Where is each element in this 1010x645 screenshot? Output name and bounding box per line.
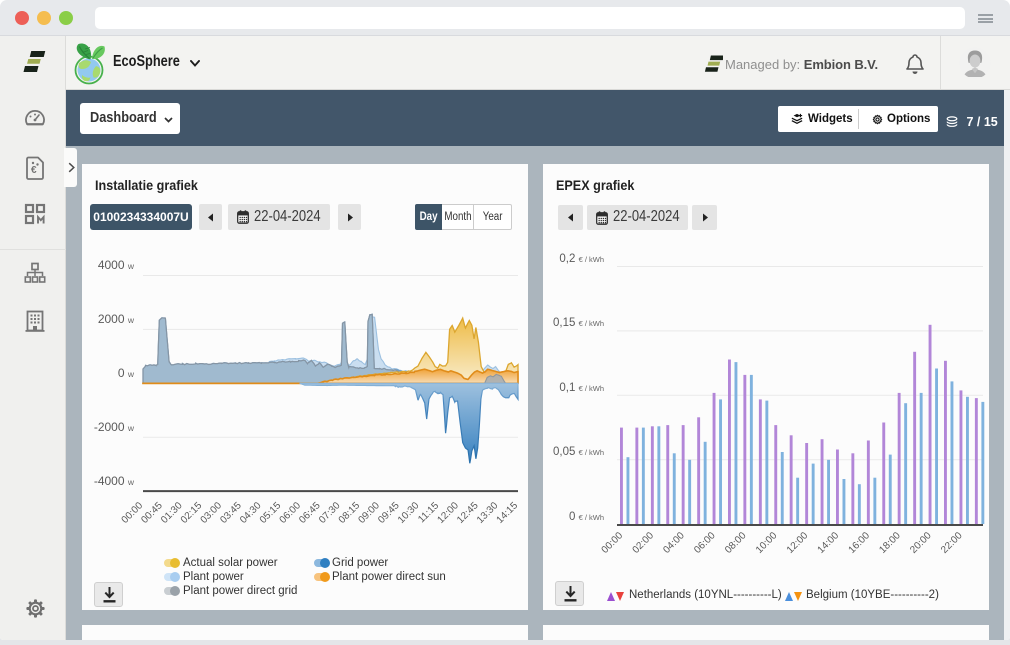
svg-text:08:00: 08:00	[723, 530, 749, 556]
svg-text:€: €	[31, 165, 37, 176]
svg-text:04:30: 04:30	[238, 500, 264, 526]
svg-text:13:30: 13:30	[475, 500, 501, 526]
svg-text:10:00: 10:00	[754, 530, 780, 556]
svg-text:14:00: 14:00	[816, 530, 842, 556]
svg-text:06:00: 06:00	[278, 500, 304, 526]
svg-text:09:00: 09:00	[356, 500, 382, 526]
svg-text:12:00: 12:00	[435, 500, 461, 526]
svg-text:00:00: 00:00	[120, 500, 146, 526]
svg-text:08:15: 08:15	[337, 500, 363, 526]
svg-text:06:45: 06:45	[297, 500, 323, 526]
svg-text:02:15: 02:15	[179, 500, 205, 526]
svg-text:04:00: 04:00	[661, 530, 687, 556]
svg-text:09:45: 09:45	[376, 500, 402, 526]
svg-text:00:45: 00:45	[139, 500, 165, 526]
svg-text:12:00: 12:00	[785, 530, 811, 556]
svg-text:07:30: 07:30	[317, 500, 343, 526]
svg-text:14:15: 14:15	[495, 500, 521, 526]
svg-text:00:00: 00:00	[600, 530, 626, 556]
svg-text:01:30: 01:30	[159, 500, 185, 526]
svg-text:12:45: 12:45	[455, 500, 481, 526]
svg-text:03:00: 03:00	[199, 500, 225, 526]
svg-text:16:00: 16:00	[847, 530, 873, 556]
svg-text:22:00: 22:00	[939, 530, 965, 556]
svg-text:02:00: 02:00	[631, 530, 657, 556]
svg-text:05:15: 05:15	[258, 500, 284, 526]
svg-text:03:45: 03:45	[218, 500, 244, 526]
svg-text:20:00: 20:00	[908, 530, 934, 556]
svg-text:06:00: 06:00	[692, 530, 718, 556]
svg-text:10:30: 10:30	[396, 500, 422, 526]
svg-text:18:00: 18:00	[877, 530, 903, 556]
